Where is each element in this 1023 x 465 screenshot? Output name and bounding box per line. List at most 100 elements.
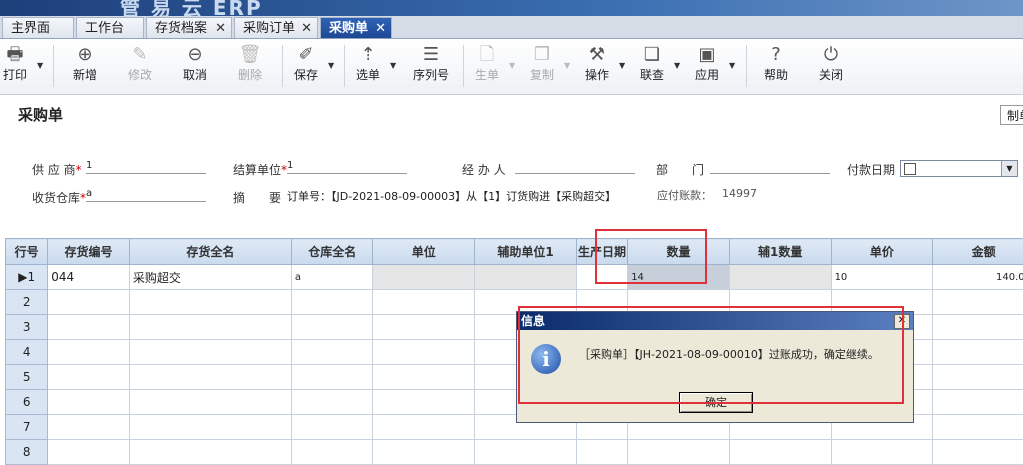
column-header[interactable]: 行号 xyxy=(6,239,48,265)
minus-circle-icon: ⊖ xyxy=(170,43,220,67)
column-header[interactable]: 单位 xyxy=(373,239,475,265)
eraser-icon: ✐ xyxy=(281,43,331,67)
cancel-button[interactable]: ⊖取消 xyxy=(170,43,220,91)
cell-amount[interactable]: 140.00 xyxy=(933,265,1023,290)
list-icon: ☰ xyxy=(406,43,456,67)
column-header[interactable]: 存货全名 xyxy=(129,239,291,265)
chevron-down-icon[interactable]: ▼ xyxy=(328,61,334,70)
select-label: 选单 xyxy=(343,67,393,83)
toolbar: 🖶打印 ▼ ⊕新增 ✎修改 ⊖取消 🗑删除 ✐保存 ▼ ⇡选单 ▼ ☰序列号 🗋… xyxy=(0,39,1023,95)
checkbox[interactable] xyxy=(904,163,916,175)
cell-warehouse[interactable]: a xyxy=(291,265,373,290)
tab-inventory-archive[interactable]: 存货档案✕ xyxy=(146,17,232,38)
column-header[interactable]: 存货编号 xyxy=(48,239,130,265)
chevron-down-icon[interactable]: ▼ xyxy=(1001,161,1017,176)
pencil-icon: ✎ xyxy=(115,43,165,67)
settle-unit-field[interactable]: 1 xyxy=(287,160,407,174)
tab-bar: 主界面 工作台 存货档案✕ 采购订单✕ 采购单 ✕ xyxy=(0,16,1023,39)
print-button[interactable]: 🖶打印 xyxy=(0,43,40,91)
tab-label: 采购单 xyxy=(329,21,368,36)
save-label: 保存 xyxy=(281,67,331,83)
toolbar-divider xyxy=(53,45,54,87)
tab-workbench[interactable]: 工作台 xyxy=(76,17,144,38)
save-button[interactable]: ✐保存 xyxy=(281,43,331,91)
serial-label: 序列号 xyxy=(406,67,456,83)
chevron-down-icon[interactable]: ▼ xyxy=(674,61,680,70)
app-banner: 管 易 云 ERP xyxy=(0,0,1023,16)
maker-field[interactable]: 制单 xyxy=(1000,105,1023,125)
settle-unit-label: 结算单位* xyxy=(233,161,287,178)
serial-number-button[interactable]: ☰序列号 xyxy=(406,43,456,91)
table-row[interactable]: 8 xyxy=(6,440,1023,465)
generate-bill-button[interactable]: 🗋生单 xyxy=(462,43,512,91)
cell-code[interactable]: 044 xyxy=(48,265,130,290)
supplier-field[interactable]: 1 xyxy=(86,160,206,174)
cell-aux-unit[interactable] xyxy=(475,265,577,290)
highlight-box xyxy=(518,306,904,404)
payable-value: 14997 xyxy=(722,187,757,200)
table-row[interactable]: ▶1 044 采购超交 a 14 10 140.00 xyxy=(6,265,1023,290)
pay-date-picker[interactable]: ▼ xyxy=(900,160,1018,177)
row-number: 8 xyxy=(6,440,48,465)
close-icon[interactable]: ✕ xyxy=(375,18,386,39)
tab-purchase-bill[interactable]: 采购单 ✕ xyxy=(320,17,392,38)
chevron-down-icon[interactable]: ▼ xyxy=(509,61,515,70)
column-header[interactable]: 单价 xyxy=(831,239,933,265)
highlight-box xyxy=(595,229,707,284)
link-query-button[interactable]: ❏联查 xyxy=(627,43,677,91)
column-header[interactable]: 金额 xyxy=(933,239,1023,265)
generate-label: 生单 xyxy=(462,67,512,83)
toolbar-divider xyxy=(746,45,747,87)
page-title: 采购单 xyxy=(18,104,63,125)
trash-icon: 🗑 xyxy=(225,43,275,67)
handler-field[interactable] xyxy=(515,160,635,174)
copy-button[interactable]: ❐复制 xyxy=(517,43,567,91)
add-label: 新增 xyxy=(60,67,110,83)
chevron-down-icon[interactable]: ▼ xyxy=(729,61,735,70)
close-button[interactable]: ⏻关闭 xyxy=(806,43,856,91)
column-header[interactable]: 辅助单位1 xyxy=(475,239,577,265)
chevron-down-icon[interactable]: ▼ xyxy=(619,61,625,70)
help-button[interactable]: ?帮助 xyxy=(751,43,801,91)
documents-icon: ❏ xyxy=(627,43,677,67)
document-add-icon: 🗋 xyxy=(462,43,512,67)
tab-label: 工作台 xyxy=(85,21,124,36)
delete-label: 删除 xyxy=(225,67,275,83)
cell-unit[interactable] xyxy=(373,265,475,290)
cell-name[interactable]: 采购超交 xyxy=(129,265,291,290)
summary-label: 摘 要 xyxy=(233,189,281,206)
edit-button[interactable]: ✎修改 xyxy=(115,43,165,91)
chevron-down-icon[interactable]: ▼ xyxy=(390,61,396,70)
cell-price[interactable]: 10 xyxy=(831,265,933,290)
summary-field[interactable]: 订单号：【JD-2021-08-09-00003】从【1】订货购进【采购超交】 xyxy=(287,188,642,204)
tab-label: 主界面 xyxy=(11,21,50,36)
apply-button[interactable]: ▣应用 xyxy=(682,43,732,91)
close-icon[interactable]: ✕ xyxy=(215,18,226,39)
apply-label: 应用 xyxy=(682,67,732,83)
delete-button[interactable]: 🗑删除 xyxy=(225,43,275,91)
warehouse-field[interactable]: a xyxy=(86,188,206,202)
power-icon: ⏻ xyxy=(806,43,856,67)
column-header[interactable]: 仓库全名 xyxy=(291,239,373,265)
operate-button[interactable]: ⚒操作 xyxy=(572,43,622,91)
copy-label: 复制 xyxy=(517,67,567,83)
column-header[interactable]: 辅1数量 xyxy=(729,239,831,265)
tab-purchase-order[interactable]: 采购订单✕ xyxy=(234,17,318,38)
cell-aux-qty[interactable] xyxy=(729,265,831,290)
department-label: 部 门 xyxy=(656,161,704,178)
question-icon: ? xyxy=(751,43,801,67)
sort-up-icon: ⇡ xyxy=(343,43,393,67)
tab-main[interactable]: 主界面 xyxy=(2,17,74,38)
add-button[interactable]: ⊕新增 xyxy=(60,43,110,91)
chevron-down-icon[interactable]: ▼ xyxy=(37,61,43,70)
department-field[interactable] xyxy=(710,160,830,174)
maker-label: 制单 xyxy=(1007,109,1023,123)
chevron-down-icon[interactable]: ▼ xyxy=(564,61,570,70)
close-icon[interactable]: ✕ xyxy=(301,18,312,39)
select-bill-button[interactable]: ⇡选单 xyxy=(343,43,393,91)
link-label: 联查 xyxy=(627,67,677,83)
close-label: 关闭 xyxy=(806,67,856,83)
image-icon: ▣ xyxy=(682,43,732,67)
supplier-value: 1 xyxy=(86,160,92,171)
cancel-label: 取消 xyxy=(170,67,220,83)
